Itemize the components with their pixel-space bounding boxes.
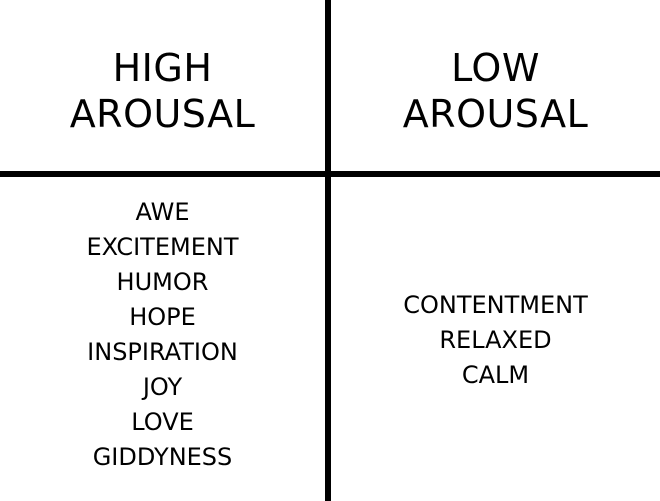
list-item: JOY	[142, 373, 183, 401]
list-item: GIDDYNESS	[92, 443, 233, 471]
high-arousal-header: HIGH AROUSAL	[0, 0, 325, 171]
list-item: EXCITEMENT	[86, 233, 239, 261]
list-item: INSPIRATION	[87, 338, 238, 366]
list-item: HUMOR	[116, 268, 209, 296]
list-item: LOVE	[131, 408, 194, 436]
list-item: AWE	[135, 198, 190, 226]
list-item: RELAXED	[439, 326, 552, 354]
list-item: CALM	[461, 361, 530, 389]
low-arousal-header-line-1: LOW	[451, 45, 540, 90]
high-arousal-header-line-1: HIGH	[112, 45, 213, 90]
list-item: CONTENTMENT	[403, 291, 588, 319]
arousal-grid: HIGH AROUSAL LOW AROUSAL AWE EXCITEMENT …	[0, 0, 660, 501]
low-arousal-list: CONTENTMENT RELAXED CALM	[331, 177, 660, 501]
high-arousal-header-line-2: AROUSAL	[69, 91, 256, 136]
low-arousal-header: LOW AROUSAL	[331, 0, 660, 171]
list-item: HOPE	[129, 303, 196, 331]
high-arousal-list: AWE EXCITEMENT HUMOR HOPE INSPIRATION JO…	[0, 177, 325, 501]
low-arousal-header-line-2: AROUSAL	[402, 91, 589, 136]
